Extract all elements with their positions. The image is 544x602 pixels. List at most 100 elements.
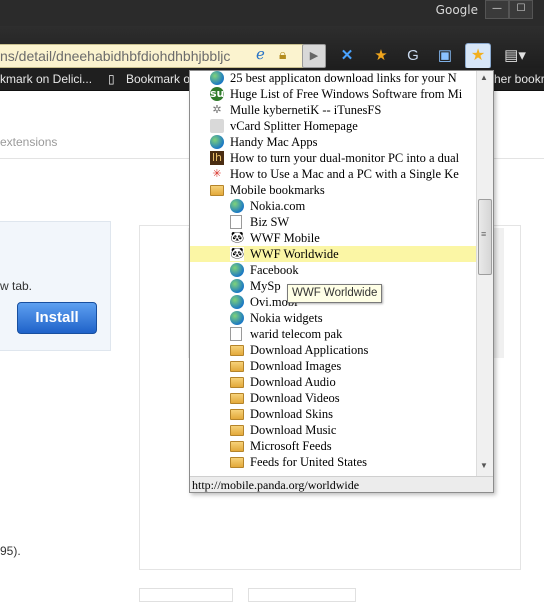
page-subtitle: extensions: [0, 135, 58, 149]
bookmark-item-label: WWF Worldwide: [250, 247, 339, 261]
brand-label: Google: [435, 3, 478, 17]
maximize-button[interactable]: ☐: [509, 0, 533, 19]
bookmark-item-label: Biz SW: [250, 215, 290, 229]
page-menu-icon[interactable]: ▤▾: [500, 46, 530, 66]
bookmark-item-label: vCard Splitter Homepage: [230, 119, 358, 133]
globe-icon: [230, 263, 244, 277]
page-icon: ▯: [108, 72, 115, 86]
bookmark-item-label: WWF Mobile: [250, 231, 320, 245]
status-url: http://mobile.panda.org/worldwide: [190, 476, 493, 492]
globe-icon: [230, 311, 244, 325]
bookmark-item[interactable]: Feeds for United States: [190, 454, 476, 470]
bookmark-item-label: Feeds for United States: [250, 455, 367, 469]
bookmark-item[interactable]: Nokia.com: [190, 198, 476, 214]
bookmark-item-label: MySp: [250, 279, 281, 293]
bookmark-item-label: Mulle kybernetiK -- iTunesFS: [230, 103, 382, 117]
bookmark-item[interactable]: lh How to turn your dual-monitor PC into …: [190, 150, 476, 166]
bookmark-item-label: Mobile bookmarks: [230, 183, 325, 197]
bookmark-item-label: Download Skins: [250, 407, 333, 421]
folder-icon: [230, 377, 244, 388]
bookmark-item[interactable]: Handy Mac Apps: [190, 134, 476, 150]
grip-icon: ≡: [481, 229, 487, 239]
stumbleupon-icon: su: [210, 87, 225, 101]
bookmarks-bar-item[interactable]: kmark on Delici...: [0, 72, 92, 86]
bookmark-item[interactable]: 🐼︎ WWF Mobile: [190, 230, 476, 246]
new-tab-text: w tab.: [0, 279, 33, 293]
bookmark-item-label: Huge List of Free Windows Software from …: [230, 87, 463, 101]
globe-icon: [210, 71, 224, 85]
bookmark-item[interactable]: ✳ How to Use a Mac and a PC with a Single…: [190, 166, 476, 182]
globe-icon: [230, 295, 244, 309]
bookmark-item-label: How to Use a Mac and a PC with a Single …: [230, 167, 459, 181]
extension-star-icon[interactable]: ★: [370, 46, 392, 66]
folder-icon: [230, 361, 244, 372]
bookmark-item[interactable]: Biz SW: [190, 214, 476, 230]
scroll-up-button[interactable]: ▲: [477, 73, 491, 83]
bookmark-item-label: Download Applications: [250, 343, 369, 357]
bookmark-item[interactable]: Facebook: [190, 262, 476, 278]
bookmarks-bar-item[interactable]: Bookmark o: [126, 72, 190, 86]
folder-icon: [230, 393, 244, 404]
lock-icon[interactable]: 🔒︎: [279, 46, 295, 62]
bookmark-item-label: Nokia widgets: [250, 311, 323, 325]
apple-icon: [210, 119, 224, 133]
globe-icon: [230, 199, 244, 213]
bookmark-item[interactable]: Download Images: [190, 358, 476, 374]
folder-icon: [210, 185, 224, 196]
scroll-down-button[interactable]: ▼: [477, 461, 491, 471]
bookmark-item-label: Download Videos: [250, 391, 340, 405]
bookmark-item-label: 25 best applicaton download links for yo…: [230, 71, 457, 85]
bookmark-item[interactable]: 25 best applicaton download links for yo…: [190, 71, 476, 86]
bookmark-item[interactable]: warid telecom pak: [190, 326, 476, 342]
tooltip: WWF Worldwide: [287, 284, 383, 303]
page-icon: [230, 215, 242, 229]
bookmark-menu-button[interactable]: ★: [465, 43, 491, 69]
footnote-text: 95).: [0, 544, 21, 558]
panda-icon: 🐼︎: [230, 231, 244, 245]
folder-icon: [230, 425, 244, 436]
extension-g-icon[interactable]: G: [402, 46, 424, 66]
bookmark-item[interactable]: Microsoft Feeds: [190, 438, 476, 454]
bookmark-item-label: Microsoft Feeds: [250, 439, 332, 453]
folder-icon: [230, 457, 244, 468]
bookmark-item-label: How to turn your dual-monitor PC into a …: [230, 151, 460, 165]
bookmark-item[interactable]: Nokia widgets: [190, 310, 476, 326]
bottom-card: [248, 588, 356, 602]
bookmark-star-icon: ★: [470, 47, 486, 64]
install-button[interactable]: Install: [17, 302, 97, 334]
panda-icon: 🐼︎: [230, 247, 244, 261]
url-text[interactable]: ns/detail/dneehabidhbfdiohdhbhjbbljc: [0, 48, 252, 64]
globe-icon: [230, 279, 244, 293]
dual-monitor-icon: lh: [210, 151, 224, 165]
bookmark-item[interactable]: Download Music: [190, 422, 476, 438]
bookmark-item[interactable]: Download Applications: [190, 342, 476, 358]
minimize-button[interactable]: —: [485, 0, 509, 19]
folder-icon: [230, 441, 244, 452]
ie-icon[interactable]: ℯ: [256, 47, 272, 63]
bookmark-item-label: Download Music: [250, 423, 337, 437]
page-icon: [230, 327, 242, 341]
bookmark-item[interactable]: Download Skins: [190, 406, 476, 422]
bottom-card: [139, 588, 233, 602]
folder-icon: [230, 409, 244, 420]
bookmark-item[interactable]: 🐼︎ WWF Worldwide: [190, 246, 476, 262]
bookmark-menu: 25 best applicaton download links for yo…: [189, 70, 494, 493]
bookmarks-bar-item[interactable]: her bookr: [494, 72, 544, 86]
bookmark-item[interactable]: Download Videos: [190, 390, 476, 406]
bookmark-item-label: Handy Mac Apps: [230, 135, 318, 149]
bookmark-item[interactable]: Mobile bookmarks: [190, 182, 476, 198]
bookmark-item-label: Facebook: [250, 263, 299, 277]
bookmark-item[interactable]: su Huge List of Free Windows Software fro…: [190, 86, 476, 102]
gear-icon: ✲: [212, 103, 222, 116]
bookmark-item[interactable]: Download Audio: [190, 374, 476, 390]
bookmark-item-label: Download Images: [250, 359, 342, 373]
bookmark-item[interactable]: ✲ Mulle kybernetiK -- iTunesFS: [190, 102, 476, 118]
extension-cross-icon[interactable]: ✕: [336, 46, 358, 66]
bookmark-item-label: warid telecom pak: [250, 327, 343, 341]
bookmark-item-label: Download Audio: [250, 375, 336, 389]
folder-icon: [230, 345, 244, 356]
go-button[interactable]: ▶: [302, 44, 326, 68]
extension-picture-icon[interactable]: ▣: [434, 46, 456, 66]
globe-icon: [210, 135, 224, 149]
bookmark-item[interactable]: vCard Splitter Homepage: [190, 118, 476, 134]
